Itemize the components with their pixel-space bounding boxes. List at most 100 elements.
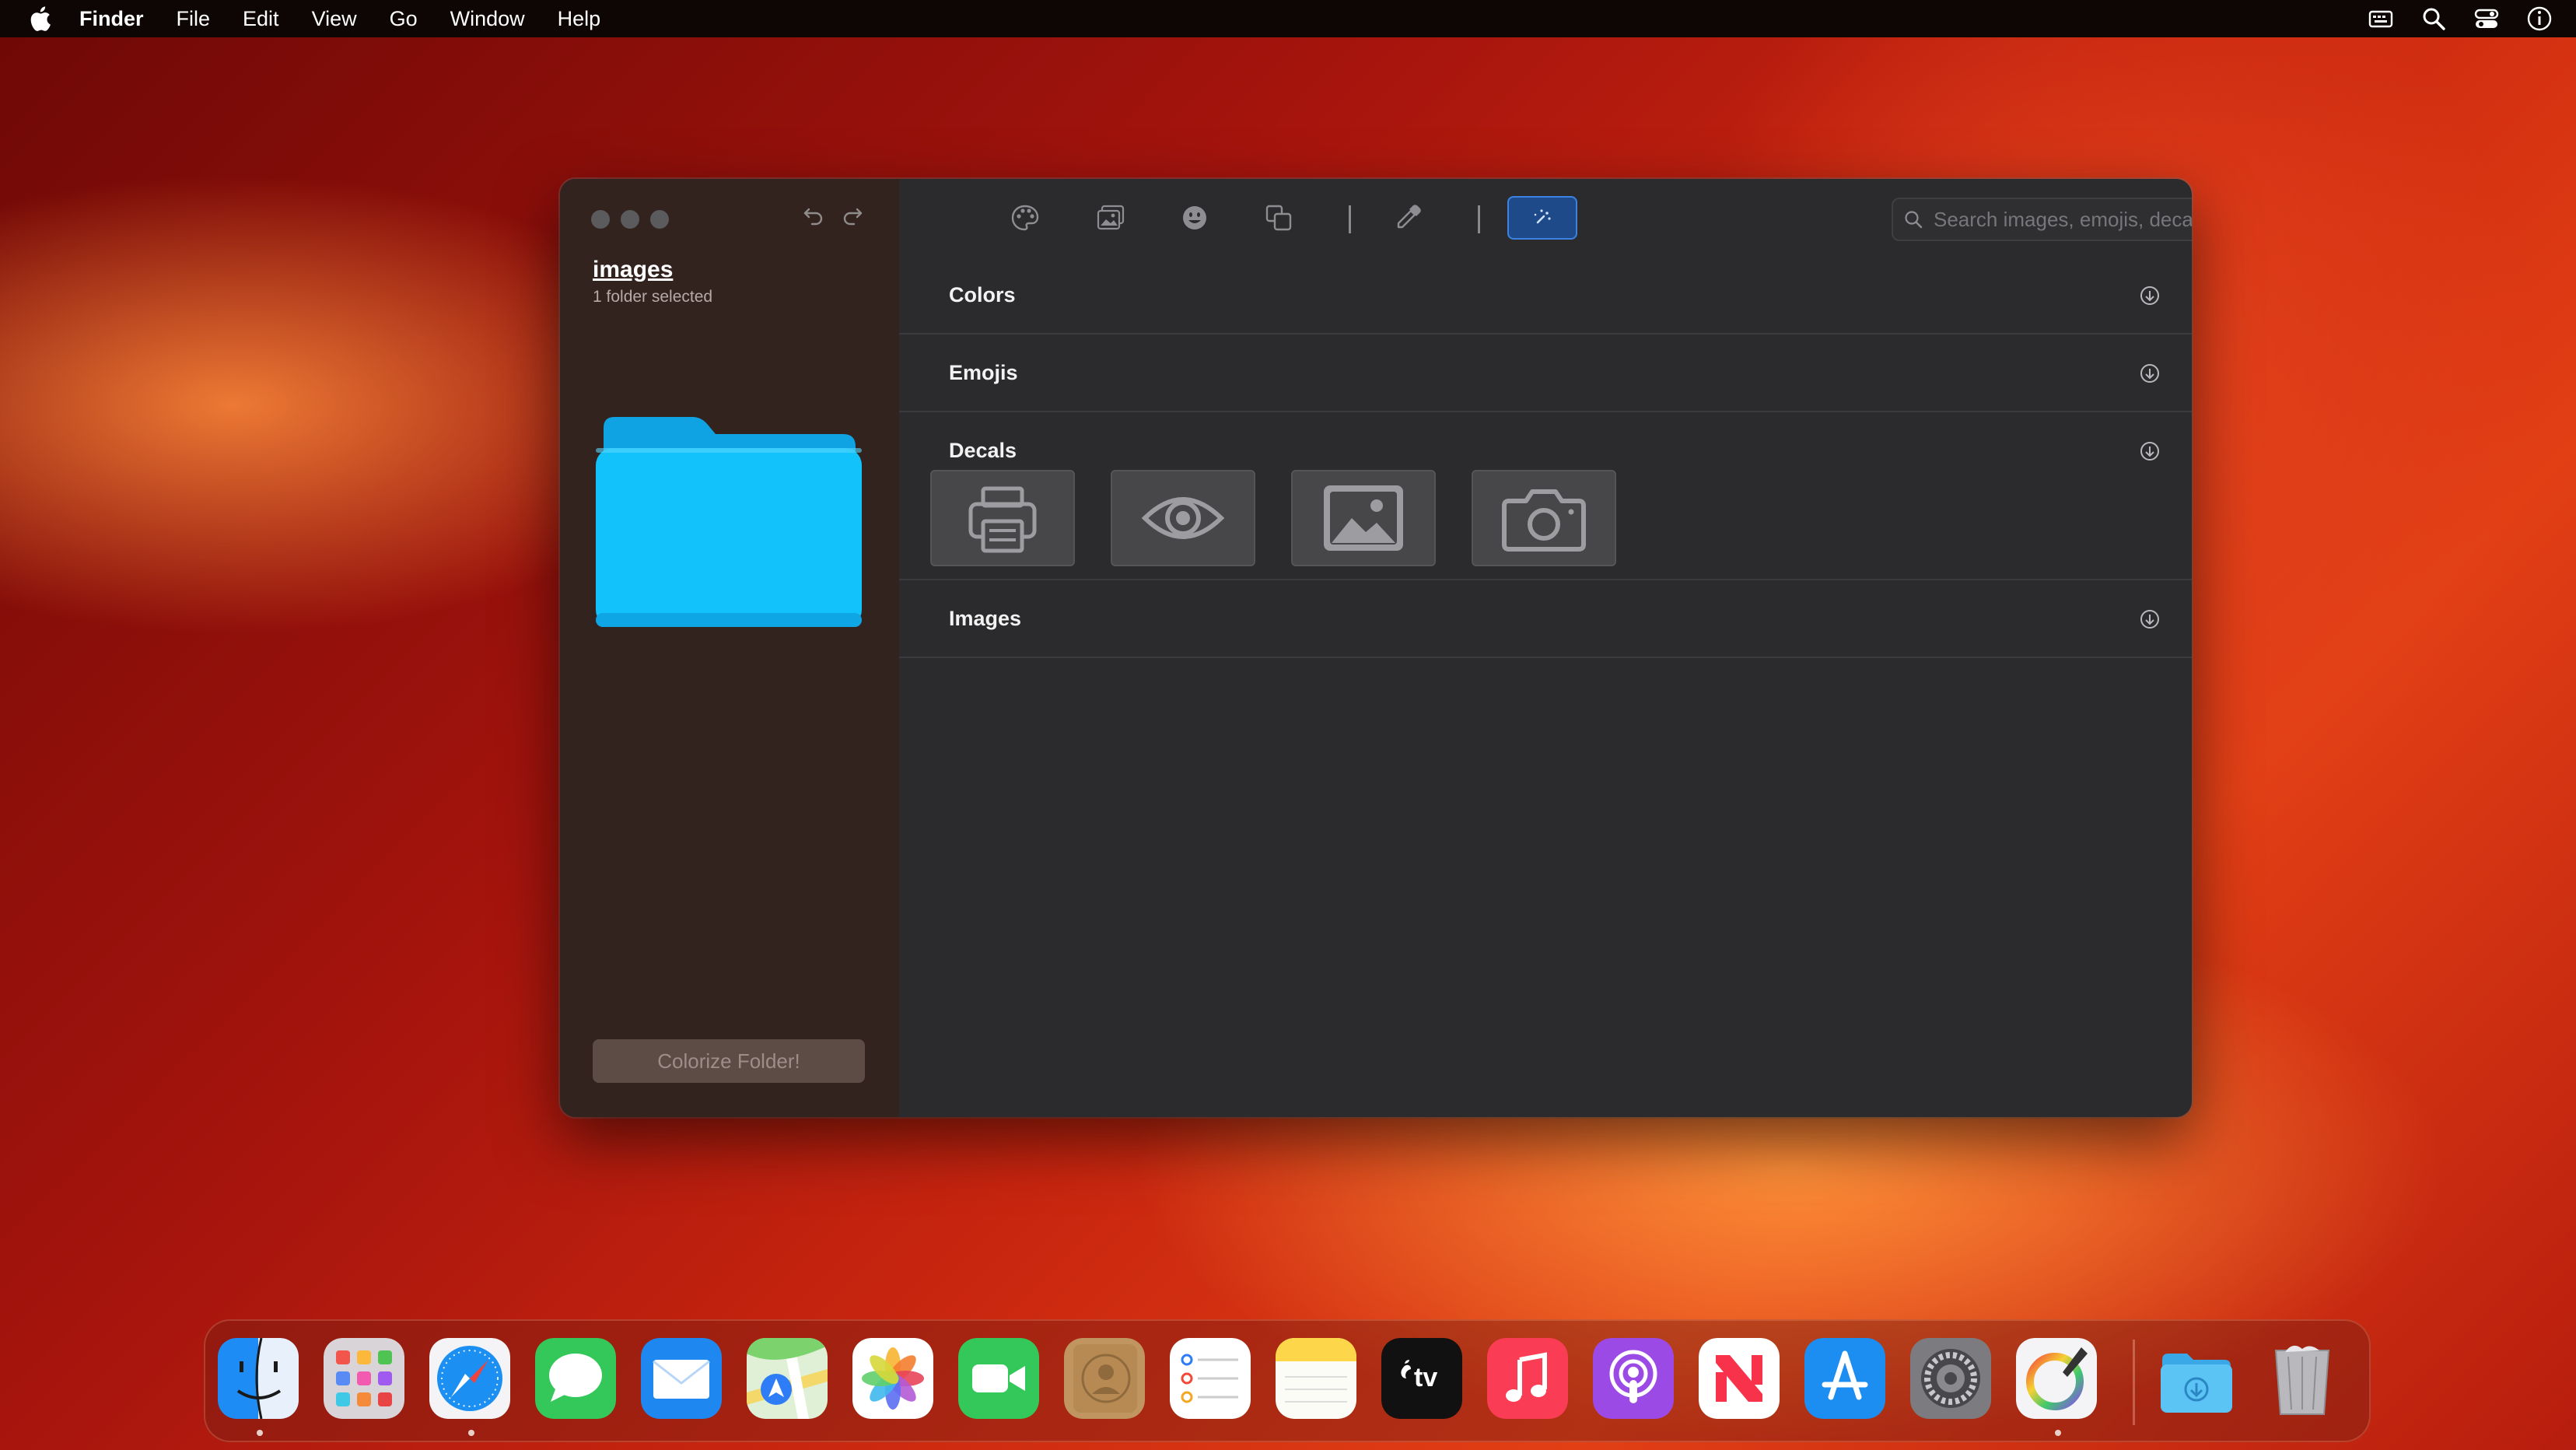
sidebar: images 1 folder selected Colorize Folder… [560, 179, 899, 1117]
news-icon [1699, 1338, 1780, 1419]
dock-maps[interactable] [747, 1338, 828, 1419]
tv-icon: tv [1381, 1338, 1462, 1419]
notes-icon [1276, 1338, 1356, 1419]
decals-grid [899, 470, 2192, 579]
undo-icon[interactable] [801, 202, 826, 227]
running-indicator [2055, 1430, 2061, 1436]
downloads-folder-icon [2161, 1354, 2232, 1413]
dock-messages[interactable] [535, 1338, 616, 1419]
dock-trash[interactable] [2262, 1338, 2343, 1419]
menu-status-area [2368, 0, 2553, 37]
safari-icon [429, 1338, 510, 1419]
emoji-icon [1183, 206, 1206, 229]
colors-section: Colors [899, 257, 2192, 334]
section-header-emojis[interactable]: Emojis [899, 334, 2192, 411]
app-window: images 1 folder selected Colorize Folder… [560, 179, 2192, 1117]
decals-section: Decals [899, 412, 2192, 580]
decal-camera[interactable] [1472, 470, 1616, 566]
menu-bar: Finder File Edit View Go Window Help [0, 0, 2576, 37]
mail-icon [641, 1338, 722, 1419]
window-controls [591, 210, 669, 229]
dock-photos[interactable] [852, 1338, 933, 1419]
music-icon [1487, 1338, 1568, 1419]
menu-view[interactable]: View [312, 7, 357, 31]
launchpad-icon [324, 1338, 404, 1419]
decal-photo[interactable] [1291, 470, 1436, 566]
toolbar-separator [1478, 205, 1480, 233]
menu-app-name[interactable]: Finder [79, 7, 144, 31]
podcasts-icon [1593, 1338, 1674, 1419]
contacts-icon [1064, 1338, 1145, 1419]
spotlight-search-icon[interactable] [2420, 5, 2447, 32]
dock-contacts[interactable] [1064, 1338, 1145, 1419]
dock-downloads[interactable] [2156, 1338, 2237, 1419]
menu-file[interactable]: File [177, 7, 211, 31]
eyedropper-tool[interactable] [1389, 199, 1426, 236]
emoji-tool[interactable] [1176, 199, 1213, 236]
input-menu-icon[interactable] [2368, 5, 2394, 32]
photos-icon [1097, 205, 1125, 230]
decal-eye[interactable] [1111, 470, 1255, 566]
dock-facetime[interactable] [958, 1338, 1039, 1419]
palette-tool[interactable] [1006, 199, 1044, 236]
dock-folder-colorizer[interactable] [2016, 1338, 2097, 1419]
facetime-icon [958, 1338, 1039, 1419]
download-circle-icon[interactable] [2139, 440, 2161, 462]
download-circle-icon[interactable] [2139, 362, 2161, 384]
dock-notes[interactable] [1276, 1338, 1356, 1419]
toolbar-separator [1349, 205, 1351, 233]
reminders-icon [1170, 1338, 1251, 1419]
dock-safari[interactable] [429, 1338, 510, 1419]
undo-redo-group [801, 202, 865, 227]
info-icon[interactable] [2526, 5, 2553, 32]
colorize-folder-button[interactable]: Colorize Folder! [593, 1039, 865, 1083]
dock-launchpad[interactable] [324, 1338, 404, 1419]
decals-tool[interactable] [1260, 199, 1297, 236]
minimize-button[interactable] [621, 210, 639, 229]
dock-music[interactable] [1487, 1338, 1568, 1419]
magic-wand-tool[interactable] [1507, 196, 1577, 240]
menu-window[interactable]: Window [450, 7, 525, 31]
finder-icon [218, 1338, 299, 1419]
selection-status: 1 folder selected [593, 288, 713, 306]
dock-tv[interactable]: tv [1381, 1338, 1462, 1419]
section-header-images[interactable]: Images [899, 580, 2192, 657]
search-icon [1905, 211, 1923, 229]
menu-edit[interactable]: Edit [243, 7, 279, 31]
search-input[interactable] [1932, 206, 2192, 233]
dock-finder[interactable] [218, 1338, 299, 1419]
images-section: Images [899, 580, 2192, 658]
close-button[interactable] [591, 210, 610, 229]
section-header-colors[interactable]: Colors [899, 257, 2192, 333]
folder-colorizer-icon [2016, 1338, 2097, 1419]
tv-label: tv [1414, 1363, 1437, 1392]
dock-app-store[interactable] [1804, 1338, 1885, 1419]
menu-go[interactable]: Go [390, 7, 418, 31]
gear-icon [1910, 1338, 1991, 1419]
apple-menu-icon[interactable] [28, 5, 51, 32]
redo-icon[interactable] [840, 202, 865, 227]
zoom-button[interactable] [650, 210, 669, 229]
dock-system-settings[interactable] [1910, 1338, 1991, 1419]
app-store-icon [1804, 1338, 1885, 1419]
camera-icon [1502, 489, 1586, 552]
messages-icon [535, 1338, 616, 1419]
trash-icon [2274, 1345, 2330, 1415]
content-sections: Colors Emojis Decals Images [899, 257, 2192, 658]
decal-printer[interactable] [930, 470, 1075, 566]
running-indicator [257, 1430, 263, 1436]
photos-app-icon [852, 1338, 933, 1419]
photos-tool[interactable] [1092, 199, 1129, 236]
dock-podcasts[interactable] [1593, 1338, 1674, 1419]
dock-reminders[interactable] [1170, 1338, 1251, 1419]
folder-preview-icon [596, 417, 862, 627]
download-circle-icon[interactable] [2139, 285, 2161, 306]
menu-help[interactable]: Help [558, 7, 601, 31]
search-field[interactable] [1892, 198, 2192, 241]
folder-name[interactable]: images [593, 257, 673, 283]
printer-icon [968, 486, 1037, 553]
dock-news[interactable] [1699, 1338, 1780, 1419]
download-circle-icon[interactable] [2139, 608, 2161, 630]
control-center-icon[interactable] [2473, 5, 2500, 32]
dock-mail[interactable] [641, 1338, 722, 1419]
